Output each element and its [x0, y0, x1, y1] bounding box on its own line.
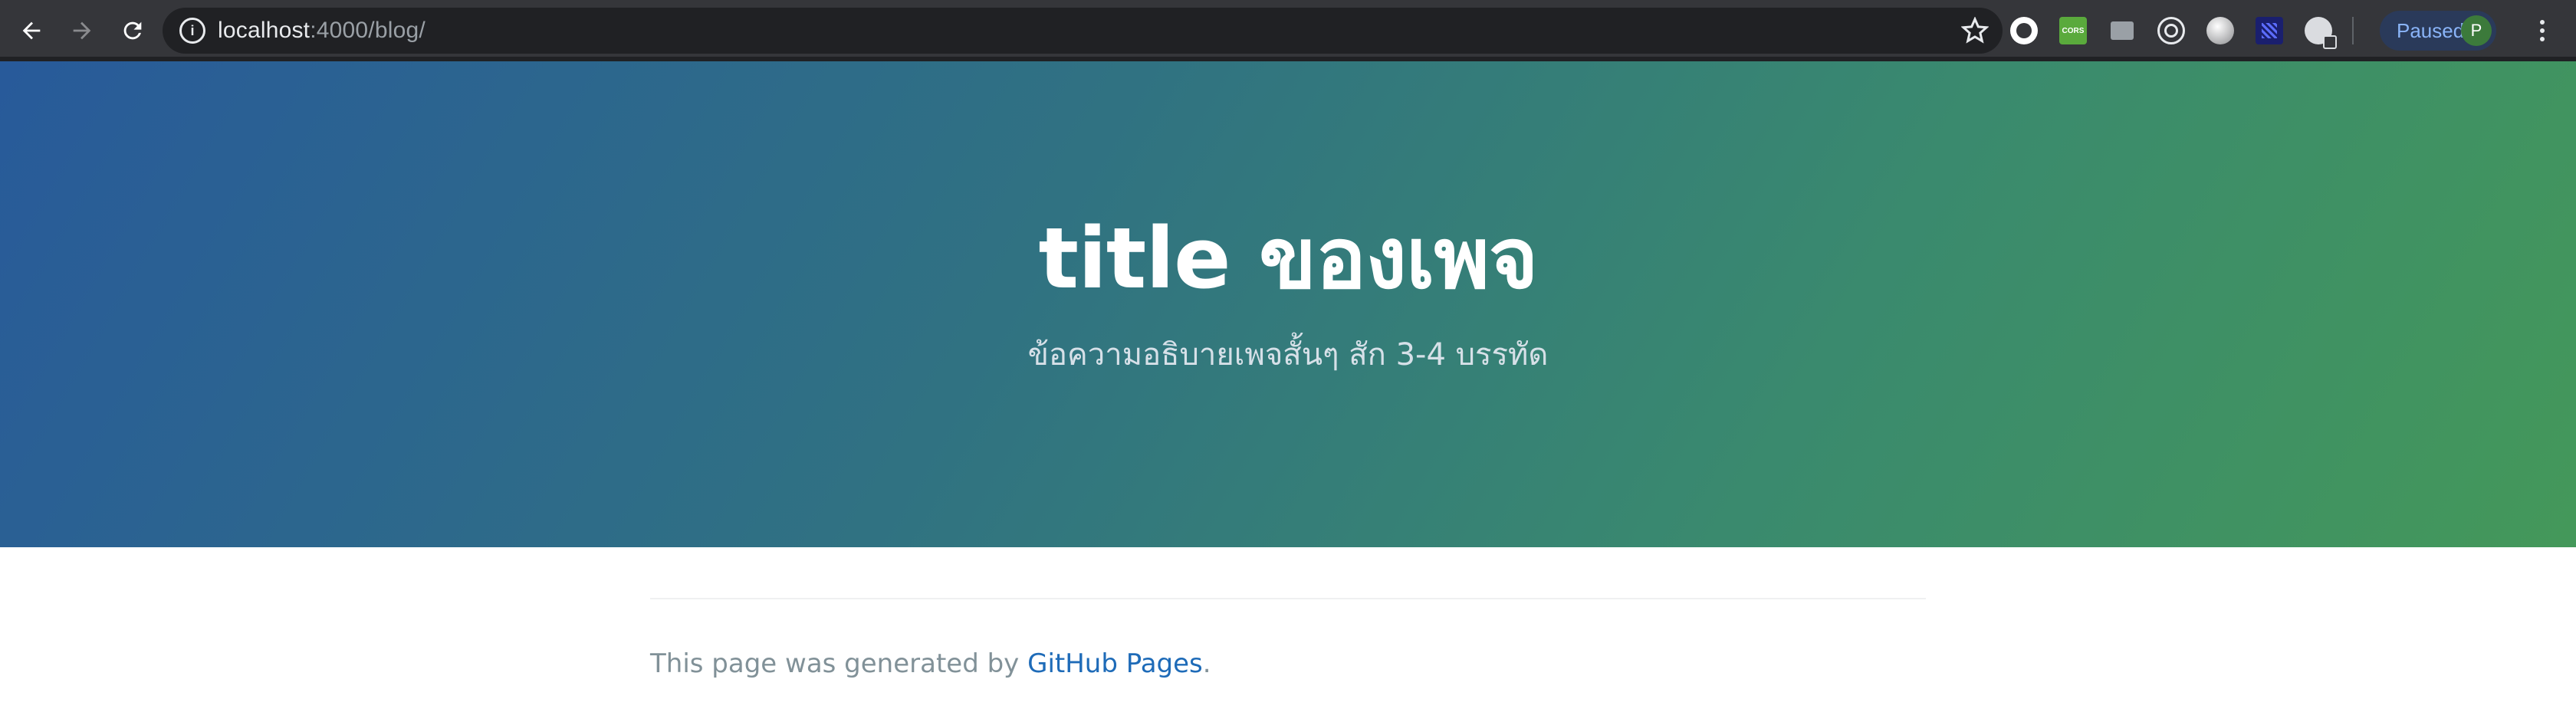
ext-pixel-icon[interactable] — [2256, 17, 2283, 44]
star-icon[interactable] — [1961, 17, 1989, 44]
forward-button[interactable] — [57, 0, 107, 61]
toolbar-separator — [2352, 17, 2354, 44]
extensions-area: CORS — [2010, 11, 2364, 51]
github-pages-link[interactable]: GitHub Pages — [1027, 648, 1203, 679]
avatar: P — [2461, 15, 2492, 46]
ext-target-icon[interactable] — [2157, 17, 2185, 44]
url-host: localhost — [218, 18, 310, 43]
footer-divider — [650, 598, 1926, 599]
browser-toolbar: i localhost:4000/blog/ CORS Paused P — [0, 0, 2576, 61]
footer-text-before: This page was generated by — [650, 648, 1028, 679]
project-tagline: ข้อความอธิบายเพจสั้นๆ สัก 3-4 บรรทัด — [1027, 337, 1549, 372]
url-path: :4000/blog/ — [310, 18, 426, 43]
ext-grey-ball-icon[interactable] — [2206, 17, 2234, 44]
profile-button[interactable]: Paused P — [2380, 11, 2496, 51]
ext-cors-label: CORS — [2062, 26, 2085, 35]
back-arrow-icon — [22, 21, 41, 40]
ext-globe-icon[interactable] — [2305, 17, 2337, 49]
ext-dark-circle-icon[interactable] — [2010, 17, 2038, 44]
url-text[interactable]: localhost:4000/blog/ — [218, 18, 426, 44]
forward-arrow-icon — [73, 21, 91, 40]
ext-cors-icon[interactable]: CORS — [2059, 17, 2087, 44]
reload-button[interactable] — [107, 0, 158, 61]
reload-icon — [123, 21, 142, 40]
back-button[interactable] — [6, 0, 57, 61]
menu-dots-icon[interactable] — [2527, 0, 2558, 61]
site-footer-credits: This page was generated by GitHub Pages. — [650, 648, 1211, 679]
ext-comment-icon[interactable] — [2108, 17, 2136, 44]
page-header: title ของเพจ ข้อความอธิบายเพจสั้นๆ สัก 3… — [0, 61, 2576, 547]
info-icon[interactable]: i — [179, 18, 205, 44]
address-bar[interactable]: i localhost:4000/blog/ — [163, 8, 2003, 54]
profile-status-label: Paused — [2397, 18, 2465, 42]
footer-text-after: . — [1202, 648, 1211, 679]
project-title: title ของเพจ — [1038, 209, 1538, 307]
